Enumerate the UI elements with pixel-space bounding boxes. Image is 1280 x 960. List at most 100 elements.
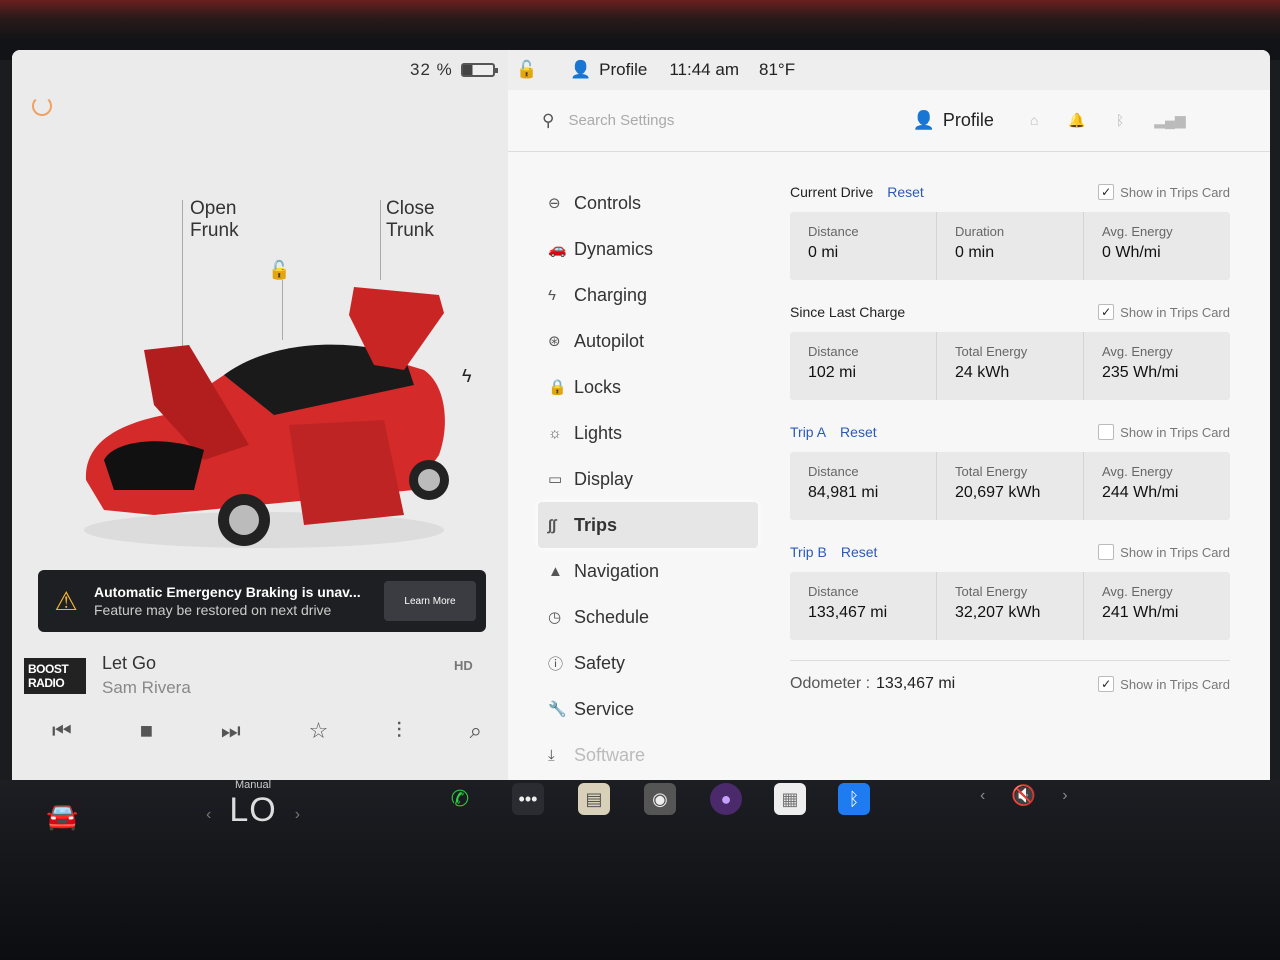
show-in-trips-card-checkbox[interactable]: ✓ Show in Trips Card xyxy=(1098,304,1230,320)
trip-stat-label: Avg. Energy xyxy=(1102,584,1173,599)
checkbox-empty[interactable] xyxy=(1098,544,1115,560)
outside-temperature: 81°F xyxy=(758,60,796,79)
trip-stat-value: 241 Wh/mi xyxy=(1102,604,1179,621)
checkmark-icon[interactable]: ✓ xyxy=(1098,304,1115,320)
reset-button[interactable]: Reset xyxy=(887,184,924,200)
power-icon[interactable] xyxy=(32,96,52,116)
show-in-trips-card-label: Show in Trips Card xyxy=(1120,424,1230,440)
show-in-trips-card-label: Show in Trips Card xyxy=(1120,304,1230,320)
menu-item-service[interactable]: 🔧 Service xyxy=(538,686,758,732)
show-in-trips-card-checkbox[interactable]: Show in Trips Card xyxy=(1098,544,1230,560)
aeb-alert-banner: ⚠ Automatic Emergency Braking is unav...… xyxy=(38,570,486,632)
trip-stat-label: Total Energy xyxy=(955,464,1028,479)
bluetooth-status-icon[interactable]: ᛒ xyxy=(1116,112,1124,129)
trip-stat: Total Energy 24 kWh xyxy=(937,332,1084,400)
tidal-icon[interactable]: ● xyxy=(710,783,742,815)
trip-stat-label: Total Energy xyxy=(955,344,1028,359)
station-logo-line1: BOOST xyxy=(28,662,69,676)
volume-up-chevron-icon[interactable]: › xyxy=(1062,787,1067,805)
trip-stat-value: 133,467 mi xyxy=(808,604,888,621)
temp-down-chevron-icon[interactable]: ‹ xyxy=(206,806,211,824)
profile-button[interactable]: 👤 Profile xyxy=(912,110,993,131)
phone-icon[interactable]: ✆ xyxy=(444,783,476,815)
speaker-muted-icon[interactable]: 🔇 xyxy=(1011,783,1036,808)
settings-panel: ⚲ 👤 Profile ⌂ 🔔 ᛒ ▂▄▆ ⊖ Controls 🚗 Dynamics… xyxy=(508,90,1270,785)
profile-icon: 👤 xyxy=(912,110,935,130)
trip-stat: Distance 84,981 mi xyxy=(790,452,937,520)
notification-bell-icon[interactable]: 🔔 xyxy=(1068,112,1085,129)
previous-track-icon[interactable]: ⏮ xyxy=(52,718,72,744)
bluetooth-icon[interactable]: ᛒ xyxy=(838,783,870,815)
show-in-trips-card-checkbox[interactable]: ✓ Show in Trips Card xyxy=(1098,184,1230,200)
menu-item-schedule[interactable]: ◷ Schedule xyxy=(538,594,758,640)
charge-port-bolt-icon[interactable]: ϟ xyxy=(462,366,472,387)
menu-item-software[interactable]: ⤓ Software xyxy=(538,732,758,778)
toggle-icon: ⊖ xyxy=(548,195,561,212)
menu-item-navigation[interactable]: ▲ Navigation xyxy=(538,548,758,594)
trip-stats-card: Distance 133,467 mi Total Energy 32,207 kWh… xyxy=(790,572,1230,640)
settings-header: ⚲ 👤 Profile ⌂ 🔔 ᛒ ▂▄▆ xyxy=(508,90,1270,152)
menu-item-locks[interactable]: 🔒 Locks xyxy=(538,364,758,410)
more-apps-icon[interactable]: ••• xyxy=(512,783,544,815)
trip-section-title: Since Last Charge xyxy=(790,304,906,320)
download-icon: ⤓ xyxy=(548,746,555,764)
menu-item-charging[interactable]: ϟ Charging xyxy=(538,272,758,318)
trip-stat-value: 84,981 mi xyxy=(808,484,879,501)
trip-stat-label: Avg. Energy xyxy=(1102,344,1173,359)
search-icon: ⚲ xyxy=(542,110,555,130)
volume-down-chevron-icon[interactable]: ‹ xyxy=(980,787,985,805)
trip-stat: Avg. Energy 241 Wh/mi xyxy=(1084,572,1230,640)
trip-stat-value: 0 mi xyxy=(808,244,839,261)
settings-menu: ⊖ Controls 🚗 Dynamics ϟ Charging ⊛ Autopilot 🔒 Lo… xyxy=(538,180,758,778)
trip-section-title: Trip B xyxy=(790,544,827,560)
trip-stat-value: 0 Wh/mi xyxy=(1102,244,1161,261)
menu-item-autopilot[interactable]: ⊛ Autopilot xyxy=(538,318,758,364)
lock-status-icon[interactable]: 🔓 xyxy=(516,60,556,80)
next-track-icon[interactable]: ⏭ xyxy=(221,718,241,744)
menu-item-safety[interactable]: ⓘ Safety xyxy=(538,640,758,686)
battery-icon xyxy=(460,63,498,77)
camera-icon[interactable]: ◉ xyxy=(644,783,676,815)
trip-stats-card: Distance 84,981 mi Total Energy 20,697 kWh A… xyxy=(790,452,1230,520)
status-bar: 🔓 👤 Profile 11:44 am 81°F xyxy=(508,50,1270,90)
calendar-icon[interactable]: ▦ xyxy=(774,783,806,815)
learn-more-button[interactable]: Learn More xyxy=(384,581,476,621)
trip-stats-card: Distance 0 mi Duration 0 min Avg. Energy 0 Wh… xyxy=(790,212,1230,280)
reset-button[interactable]: Reset xyxy=(841,544,878,560)
checkmark-icon[interactable]: ✓ xyxy=(1098,676,1115,692)
temp-up-chevron-icon[interactable]: › xyxy=(295,806,300,824)
menu-item-display[interactable]: ▭ Display xyxy=(538,456,758,502)
frunk-label-line2: Frunk xyxy=(190,220,239,241)
trip-stat-label: Distance xyxy=(808,584,859,599)
menu-item-trips[interactable]: ∫∫ Trips xyxy=(538,502,758,548)
open-frunk-button[interactable]: Open Frunk xyxy=(190,198,239,242)
notepad-icon[interactable]: ▤ xyxy=(578,783,610,815)
reset-button[interactable]: Reset xyxy=(840,424,877,440)
navigation-arrow-icon: ▲ xyxy=(548,562,563,580)
climate-temp-display[interactable]: Manual LO xyxy=(229,779,276,830)
trip-stat-label: Total Energy xyxy=(955,584,1028,599)
car-icon[interactable]: 🚘 xyxy=(46,801,78,832)
battery-status: 32 % xyxy=(410,60,498,80)
hd-radio-icon: HD xyxy=(454,658,473,673)
trip-stat-label: Distance xyxy=(808,344,859,359)
trip-stat-value: 235 Wh/mi xyxy=(1102,364,1179,381)
trip-section-title: Trip A xyxy=(790,424,827,440)
close-trunk-button[interactable]: Close Trunk xyxy=(386,198,435,242)
home-icon[interactable]: ⌂ xyxy=(1030,112,1038,129)
media-controls: ⏮ ■ ⏭ ☆ ⫶ ⌕ xyxy=(52,718,482,744)
stop-icon[interactable]: ■ xyxy=(140,718,153,744)
odometer-show-checkbox[interactable]: ✓ Show in Trips Card xyxy=(1098,676,1230,692)
favorite-star-icon[interactable]: ☆ xyxy=(309,718,329,744)
equalizer-icon[interactable]: ⫶ xyxy=(396,718,402,744)
show-in-trips-card-checkbox[interactable]: Show in Trips Card xyxy=(1098,424,1230,440)
checkmark-icon[interactable]: ✓ xyxy=(1098,184,1115,200)
taskbar: 🚘 ‹ Manual LO › ✆ ••• ▤ ◉ ● ▦ ᛒ ‹ 🔇 › xyxy=(0,775,1280,845)
media-search-icon[interactable]: ⌕ xyxy=(470,718,482,744)
checkbox-empty[interactable] xyxy=(1098,424,1115,440)
menu-item-dynamics[interactable]: 🚗 Dynamics xyxy=(538,226,758,272)
menu-item-controls[interactable]: ⊖ Controls xyxy=(538,180,758,226)
menu-item-lights[interactable]: ☼ Lights xyxy=(538,410,758,456)
status-profile-label[interactable]: Profile xyxy=(599,60,647,80)
search-settings-input[interactable] xyxy=(568,112,889,129)
